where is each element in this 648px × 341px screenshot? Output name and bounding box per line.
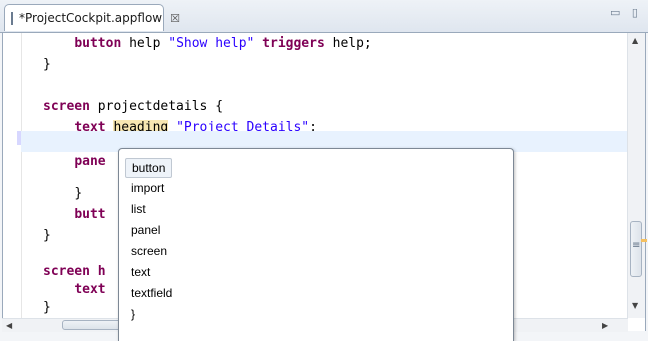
completion-item[interactable]: textfield (125, 283, 178, 303)
keyword: butt (74, 207, 106, 222)
keyword: pane (74, 154, 106, 169)
content-assist-popup[interactable]: button import list panel screen text tex… (118, 148, 514, 341)
code-text: } (43, 228, 51, 243)
completion-item[interactable]: import (125, 178, 170, 198)
overview-ruler-mark[interactable] (641, 239, 647, 242)
completion-item[interactable]: button (125, 158, 173, 178)
editor-tab[interactable]: *ProjectCockpit.appflow ☒ (4, 4, 180, 31)
keyword: screen h (43, 264, 106, 279)
string-literal: "Show help" (168, 36, 255, 51)
scroll-up-arrow-icon[interactable]: ▲ (632, 36, 638, 45)
keyword: triggers (262, 36, 325, 51)
keyword: text (74, 282, 106, 297)
code-text: } (43, 57, 51, 72)
scroll-down-arrow-icon[interactable]: ▼ (632, 301, 638, 310)
line-ruler (3, 33, 22, 318)
vertical-scrollbar[interactable]: ▲ ▼ (627, 33, 647, 318)
keyword: screen (43, 99, 90, 114)
code-text: help; (324, 36, 372, 51)
completion-item[interactable]: text (125, 262, 156, 282)
code-line: screen projectdetails { (43, 96, 623, 117)
code-text: } (43, 300, 51, 315)
completion-item[interactable]: list (125, 199, 152, 219)
file-icon (11, 11, 13, 25)
scroll-right-arrow-icon[interactable]: ▶ (602, 319, 608, 332)
code-line: } (43, 54, 623, 75)
completion-item[interactable]: screen (125, 241, 173, 261)
tab-title: *ProjectCockpit.appflow (19, 11, 163, 25)
completion-item[interactable]: } (125, 304, 141, 324)
window-controls[interactable]: ▭ ▯ (610, 6, 642, 19)
editor-window: *ProjectCockpit.appflow ☒ ▭ ▯ button hel… (0, 0, 648, 341)
completion-item[interactable]: panel (125, 220, 166, 240)
vertical-scroll-thumb[interactable] (630, 221, 642, 277)
code-line: button help "Show help" triggers help; (43, 33, 623, 54)
scroll-left-arrow-icon[interactable]: ◀ (6, 319, 12, 332)
code-text: } (74, 186, 83, 201)
close-tab-icon[interactable]: ☒ (170, 12, 180, 25)
keyword: button (74, 36, 122, 51)
code-text: projectdetails { (89, 99, 224, 114)
code-text: help (121, 36, 169, 51)
editor-tab-bar: *ProjectCockpit.appflow ☒ ▭ ▯ (0, 0, 648, 33)
